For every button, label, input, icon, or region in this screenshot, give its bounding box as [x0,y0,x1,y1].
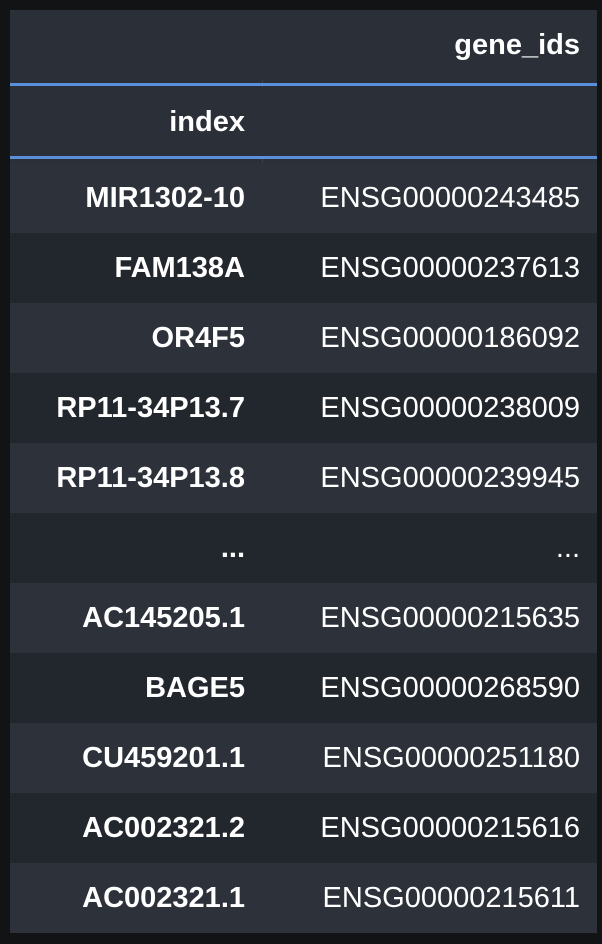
dataframe-output-frame: gene_ids index MIR1302-10 ENSG0000024348… [0,0,602,944]
row-gene-id: ENSG00000251180 [322,741,580,774]
row-gene-id: ENSG00000215616 [320,811,580,844]
row-index: OR4F5 [151,321,245,354]
row-gene-id-ellipsis: ... [555,531,580,564]
column-header-row: gene_ids [10,10,597,80]
column-header-blank [10,10,263,80]
row-index: CU459201.1 [82,741,245,774]
dataframe-table: gene_ids index MIR1302-10 ENSG0000024348… [10,10,597,933]
row-gene-id: ENSG00000238009 [320,391,580,424]
index-separator-rule [10,156,597,159]
header-separator-rule [10,83,597,86]
row-index: RP11-34P13.8 [56,461,245,494]
index-header-row: index [10,87,597,157]
table-row: AC002321.2 ENSG00000215616 [10,793,597,863]
row-gene-id: ENSG00000186092 [320,321,580,354]
row-gene-id: ENSG00000239945 [320,461,580,494]
table-row: MIR1302-10 ENSG00000243485 [10,163,597,233]
table-row: FAM138A ENSG00000237613 [10,233,597,303]
row-index: MIR1302-10 [85,181,245,214]
table-row: AC145205.1 ENSG00000215635 [10,583,597,653]
row-index: FAM138A [114,251,245,284]
row-gene-id: ENSG00000268590 [320,671,580,704]
row-index: AC002321.1 [82,881,245,914]
row-gene-id: ENSG00000215611 [322,881,580,914]
table-row: RP11-34P13.7 ENSG00000238009 [10,373,597,443]
table-row: AC002321.1 ENSG00000215611 [10,863,597,933]
table-row: RP11-34P13.8 ENSG00000239945 [10,443,597,513]
table-row: BAGE5 ENSG00000268590 [10,653,597,723]
row-index: BAGE5 [145,671,245,704]
ellipsis-row: ... ... [10,513,597,583]
table-row: OR4F5 ENSG00000186092 [10,303,597,373]
row-index-ellipsis: ... [220,531,245,564]
column-header-gene-ids: gene_ids [454,28,580,61]
index-header-empty [263,87,597,157]
row-gene-id: ENSG00000243485 [320,181,580,214]
row-index: AC145205.1 [82,601,245,634]
table-row: CU459201.1 ENSG00000251180 [10,723,597,793]
row-gene-id: ENSG00000215635 [320,601,580,634]
row-index: AC002321.2 [82,811,245,844]
row-gene-id: ENSG00000237613 [320,251,580,284]
index-header-label: index [169,105,245,138]
row-index: RP11-34P13.7 [56,391,245,424]
